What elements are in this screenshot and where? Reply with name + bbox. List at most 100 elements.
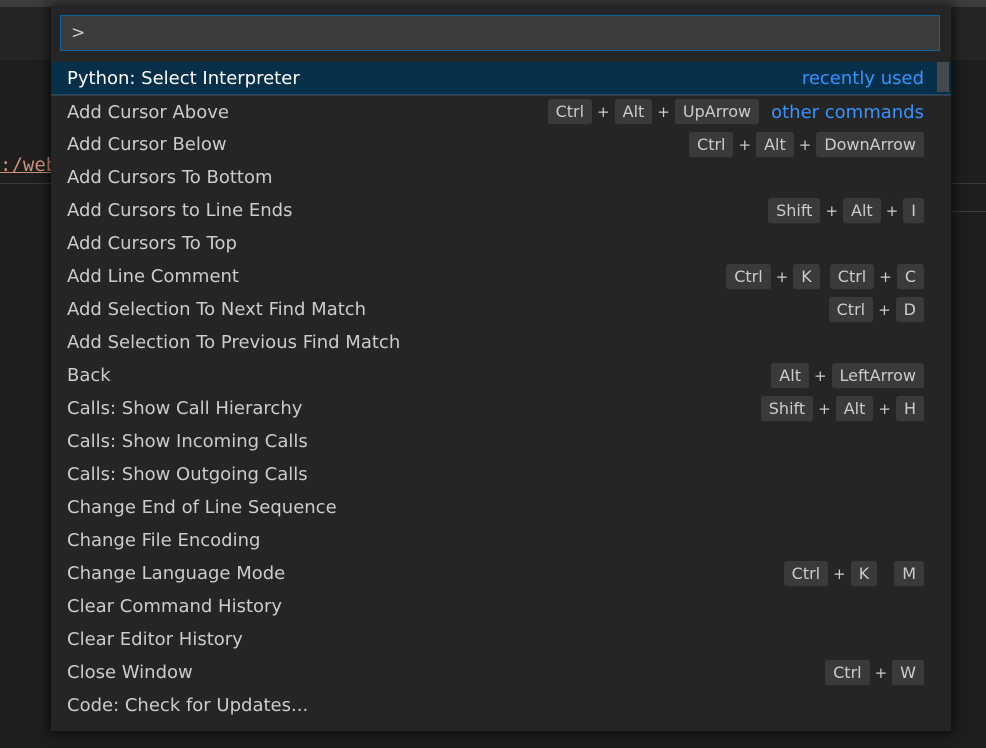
key-cap: Ctrl <box>829 263 875 290</box>
editor-divider <box>0 183 52 184</box>
key-cap: M <box>894 560 924 587</box>
command-item[interactable]: Add Cursors To Bottom <box>51 161 951 194</box>
key-cap: Alt <box>771 362 809 389</box>
command-item[interactable]: Add Cursors to Line Ends Shift + Alt + I <box>51 194 951 227</box>
key-cap: Alt <box>835 395 874 422</box>
command-palette: Python: Select Interpreter recently used A… <box>51 7 951 731</box>
keybinding: Ctrl + W <box>825 659 924 686</box>
command-item[interactable]: Calls: Show Call Hierarchy Shift + Alt + H <box>51 392 951 425</box>
command-label: Add Cursor Below <box>67 134 227 155</box>
key-cap: Shift <box>768 197 821 224</box>
command-item[interactable]: Add Cursor Above Ctrl + Alt + UpArrow other co… <box>51 95 951 128</box>
key-cap: C <box>896 263 924 290</box>
key-cap: Alt <box>843 197 881 224</box>
command-item[interactable]: Calls: Show Outgoing Calls <box>51 458 951 491</box>
keybinding: Ctrl + Alt + DownArrow <box>689 131 924 158</box>
key-cap: Ctrl <box>689 131 734 158</box>
key-cap: DownArrow <box>816 131 924 158</box>
keybinding: Alt + LeftArrow <box>771 362 924 389</box>
key-plus-separator: + <box>657 103 670 121</box>
key-plus-separator: + <box>597 103 610 121</box>
command-item[interactable]: Change Language Mode Ctrl + K M <box>51 557 951 590</box>
command-item[interactable]: Code: Check for Updates... <box>51 689 951 722</box>
key-plus-separator: + <box>833 564 846 583</box>
command-item[interactable]: Add Selection To Next Find Match Ctrl + D <box>51 293 951 326</box>
key-cap: D <box>895 296 924 323</box>
command-item[interactable]: Add Line Comment Ctrl + K Ctrl + C <box>51 260 951 293</box>
keybinding: Shift + Alt + I <box>768 197 924 224</box>
command-item[interactable]: Calls: Show Incoming Calls <box>51 425 951 458</box>
list-scrollbar-thumb[interactable] <box>937 62 949 92</box>
command-label: Add Cursors to Line Ends <box>67 200 293 221</box>
key-cap: H <box>895 395 924 422</box>
key-cap: K <box>793 263 820 290</box>
command-label: Back <box>67 365 111 386</box>
key-plus-separator: + <box>825 201 839 220</box>
command-label: Add Selection To Next Find Match <box>67 299 367 320</box>
command-label: Add Cursors To Top <box>67 233 237 254</box>
command-item[interactable]: Close Window Ctrl + W <box>51 656 951 689</box>
command-label: Add Cursor Above <box>67 101 229 123</box>
key-cap: I <box>903 197 924 224</box>
command-item[interactable]: Add Cursors To Top <box>51 227 951 260</box>
key-plus-separator: + <box>813 366 827 385</box>
title-bar <box>0 0 986 7</box>
command-item[interactable]: Back Alt + LeftArrow <box>51 359 951 392</box>
command-label: Python: Select Interpreter <box>67 67 300 89</box>
key-cap: Ctrl <box>828 296 874 323</box>
command-item[interactable]: Clear Editor History <box>51 623 951 656</box>
command-label: Clear Editor History <box>67 629 243 650</box>
command-item[interactable]: Add Selection To Previous Find Match <box>51 326 951 359</box>
command-label: Calls: Show Incoming Calls <box>67 431 308 452</box>
key-plus-separator: + <box>879 267 892 286</box>
command-label: Calls: Show Call Hierarchy <box>67 398 303 419</box>
key-cap: Alt <box>614 99 653 125</box>
keybinding: Shift + Alt + H <box>760 395 924 422</box>
editor-code-fragment: :/web <box>0 154 58 176</box>
editor-divider-right-2 <box>950 211 986 212</box>
key-plus-separator: + <box>738 135 752 154</box>
key-plus-separator: + <box>874 663 888 682</box>
key-cap: K <box>850 560 878 587</box>
command-item[interactable]: Clear Command History <box>51 590 951 623</box>
key-plus-separator: + <box>878 300 891 319</box>
command-label: Clear Command History <box>67 596 283 617</box>
keybinding: Ctrl + K Ctrl + C <box>726 263 924 290</box>
keybinding: Ctrl + K M <box>783 560 924 587</box>
key-plus-separator: + <box>818 399 831 418</box>
editor-divider-right <box>950 183 986 184</box>
key-plus-separator: + <box>775 267 789 286</box>
command-label: Calls: Show Outgoing Calls <box>67 464 308 485</box>
key-cap: UpArrow <box>674 99 760 125</box>
command-label: Add Selection To Previous Find Match <box>67 332 401 353</box>
command-item[interactable]: Python: Select Interpreter recently used <box>51 62 951 95</box>
key-cap: Ctrl <box>547 99 593 125</box>
command-label: Add Line Comment <box>67 266 239 287</box>
keybinding: Ctrl + Alt + UpArrow <box>547 99 760 125</box>
command-item[interactable]: Change End of Line Sequence <box>51 491 951 524</box>
key-plus-separator: + <box>885 201 899 220</box>
key-plus-separator: + <box>878 399 891 418</box>
key-cap: Ctrl <box>825 659 870 686</box>
keybinding: Ctrl + D <box>828 296 924 323</box>
command-item[interactable]: Change File Encoding <box>51 524 951 557</box>
key-cap: Ctrl <box>783 560 829 587</box>
command-label: Change End of Line Sequence <box>67 497 337 518</box>
key-cap: Ctrl <box>726 263 771 290</box>
command-palette-input[interactable] <box>61 16 939 50</box>
key-cap: LeftArrow <box>831 362 924 389</box>
command-label: Change File Encoding <box>67 530 261 551</box>
key-cap: Shift <box>760 395 814 422</box>
command-label: Close Window <box>67 662 193 683</box>
command-label: Change Language Mode <box>67 563 286 584</box>
command-label: Add Cursors To Bottom <box>67 167 273 188</box>
key-cap: W <box>892 659 924 686</box>
command-group-tag: recently used <box>801 67 924 89</box>
key-plus-separator: + <box>798 135 812 154</box>
command-palette-input-box <box>60 15 940 51</box>
command-list: Python: Select Interpreter recently used A… <box>51 62 951 731</box>
command-label: Code: Check for Updates... <box>67 695 309 716</box>
command-item[interactable]: Add Cursor Below Ctrl + Alt + DownArrow <box>51 128 951 161</box>
key-cap: Alt <box>756 131 794 158</box>
command-group-tag: other commands <box>771 101 924 123</box>
